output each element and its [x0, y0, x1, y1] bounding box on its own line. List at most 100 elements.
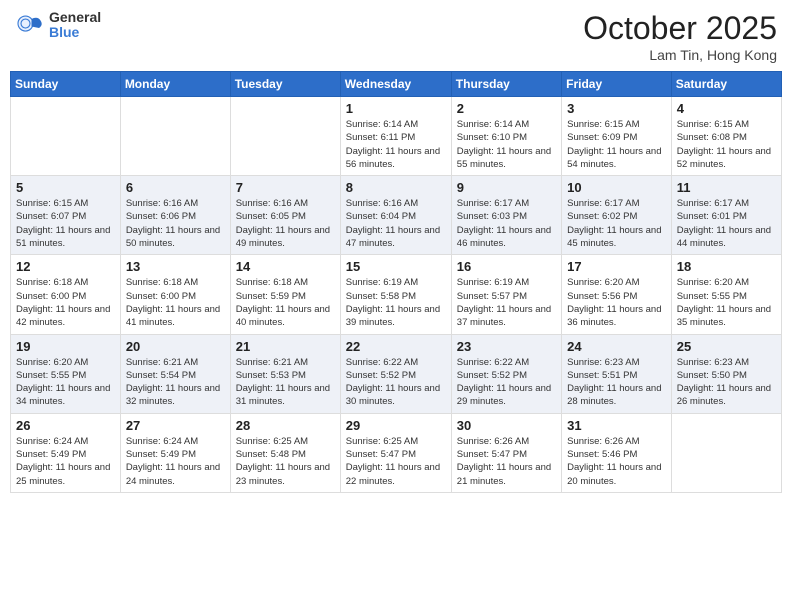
day-number: 20 — [126, 339, 225, 354]
day-info: Sunrise: 6:18 AM Sunset: 6:00 PM Dayligh… — [16, 276, 115, 329]
calendar-week-5: 26 Sunrise: 6:24 AM Sunset: 5:49 PM Dayli… — [11, 413, 782, 492]
calendar-cell — [671, 413, 781, 492]
day-number: 2 — [457, 101, 556, 116]
calendar-cell: 17 Sunrise: 6:20 AM Sunset: 5:56 PM Dayli… — [562, 255, 672, 334]
day-number: 3 — [567, 101, 666, 116]
day-info: Sunrise: 6:21 AM Sunset: 5:53 PM Dayligh… — [236, 356, 335, 409]
calendar-cell: 1Sunrise: 6:14 AM Sunset: 6:11 PM Daylig… — [340, 97, 451, 176]
day-info: Sunrise: 6:19 AM Sunset: 5:58 PM Dayligh… — [346, 276, 446, 329]
calendar-cell: 3 Sunrise: 6:15 AM Sunset: 6:09 PM Daylig… — [562, 97, 672, 176]
day-number: 9 — [457, 180, 556, 195]
calendar-cell: 8 Sunrise: 6:16 AM Sunset: 6:04 PM Daylig… — [340, 176, 451, 255]
day-info: Sunrise: 6:15 AM Sunset: 6:07 PM Dayligh… — [16, 197, 115, 250]
day-info: Sunrise: 6:16 AM Sunset: 6:06 PM Dayligh… — [126, 197, 225, 250]
calendar-cell: 9 Sunrise: 6:17 AM Sunset: 6:03 PM Daylig… — [451, 176, 561, 255]
day-number: 5 — [16, 180, 115, 195]
day-info: Sunrise: 6:24 AM Sunset: 5:49 PM Dayligh… — [16, 435, 115, 488]
calendar-cell: 23 Sunrise: 6:22 AM Sunset: 5:52 PM Dayli… — [451, 334, 561, 413]
calendar-cell: 24Sunrise: 6:23 AM Sunset: 5:51 PM Dayli… — [562, 334, 672, 413]
page-header: General Blue October 2025 Lam Tin, Hong … — [10, 10, 782, 63]
day-number: 27 — [126, 418, 225, 433]
day-info: Sunrise: 6:16 AM Sunset: 6:04 PM Dayligh… — [346, 197, 446, 250]
day-info: Sunrise: 6:26 AM Sunset: 5:46 PM Dayligh… — [567, 435, 666, 488]
calendar-cell: 29Sunrise: 6:25 AM Sunset: 5:47 PM Dayli… — [340, 413, 451, 492]
day-number: 29 — [346, 418, 446, 433]
day-number: 1 — [346, 101, 446, 116]
calendar-cell: 25Sunrise: 6:23 AM Sunset: 5:50 PM Dayli… — [671, 334, 781, 413]
calendar-cell: 30Sunrise: 6:26 AM Sunset: 5:47 PM Dayli… — [451, 413, 561, 492]
day-info: Sunrise: 6:20 AM Sunset: 5:55 PM Dayligh… — [677, 276, 776, 329]
day-number: 7 — [236, 180, 335, 195]
day-info: Sunrise: 6:16 AM Sunset: 6:05 PM Dayligh… — [236, 197, 335, 250]
day-number: 4 — [677, 101, 776, 116]
day-number: 22 — [346, 339, 446, 354]
day-info: Sunrise: 6:23 AM Sunset: 5:50 PM Dayligh… — [677, 356, 776, 409]
calendar-cell: 31 Sunrise: 6:26 AM Sunset: 5:46 PM Dayli… — [562, 413, 672, 492]
day-number: 23 — [457, 339, 556, 354]
header-sunday: Sunday — [11, 72, 121, 97]
day-info: Sunrise: 6:18 AM Sunset: 6:00 PM Dayligh… — [126, 276, 225, 329]
calendar-cell — [11, 97, 121, 176]
calendar-cell: 15 Sunrise: 6:19 AM Sunset: 5:58 PM Dayli… — [340, 255, 451, 334]
calendar-cell: 2 Sunrise: 6:14 AM Sunset: 6:10 PM Daylig… — [451, 97, 561, 176]
calendar-cell: 10 Sunrise: 6:17 AM Sunset: 6:02 PM Dayli… — [562, 176, 672, 255]
calendar-cell: 26 Sunrise: 6:24 AM Sunset: 5:49 PM Dayli… — [11, 413, 121, 492]
day-info: Sunrise: 6:20 AM Sunset: 5:56 PM Dayligh… — [567, 276, 666, 329]
day-number: 24 — [567, 339, 666, 354]
day-info: Sunrise: 6:20 AM Sunset: 5:55 PM Dayligh… — [16, 356, 115, 409]
month-title: October 2025 — [583, 10, 777, 47]
calendar-cell: 4 Sunrise: 6:15 AM Sunset: 6:08 PM Daylig… — [671, 97, 781, 176]
day-number: 8 — [346, 180, 446, 195]
day-info: Sunrise: 6:26 AM Sunset: 5:47 PM Dayligh… — [457, 435, 556, 488]
logo: General Blue — [15, 10, 101, 41]
day-number: 15 — [346, 259, 446, 274]
day-info: Sunrise: 6:25 AM Sunset: 5:48 PM Dayligh… — [236, 435, 335, 488]
calendar-cell: 19 Sunrise: 6:20 AM Sunset: 5:55 PM Dayli… — [11, 334, 121, 413]
calendar-cell — [230, 97, 340, 176]
header-wednesday: Wednesday — [340, 72, 451, 97]
header-tuesday: Tuesday — [230, 72, 340, 97]
calendar-cell: 7 Sunrise: 6:16 AM Sunset: 6:05 PM Daylig… — [230, 176, 340, 255]
calendar-cell: 28Sunrise: 6:25 AM Sunset: 5:48 PM Dayli… — [230, 413, 340, 492]
calendar-week-4: 19 Sunrise: 6:20 AM Sunset: 5:55 PM Dayli… — [11, 334, 782, 413]
day-number: 6 — [126, 180, 225, 195]
day-info: Sunrise: 6:24 AM Sunset: 5:49 PM Dayligh… — [126, 435, 225, 488]
day-info: Sunrise: 6:15 AM Sunset: 6:08 PM Dayligh… — [677, 118, 776, 171]
calendar-header-row: SundayMondayTuesdayWednesdayThursdayFrid… — [11, 72, 782, 97]
day-number: 26 — [16, 418, 115, 433]
day-info: Sunrise: 6:17 AM Sunset: 6:03 PM Dayligh… — [457, 197, 556, 250]
day-info: Sunrise: 6:17 AM Sunset: 6:02 PM Dayligh… — [567, 197, 666, 250]
calendar-cell: 5 Sunrise: 6:15 AM Sunset: 6:07 PM Daylig… — [11, 176, 121, 255]
day-info: Sunrise: 6:22 AM Sunset: 5:52 PM Dayligh… — [346, 356, 446, 409]
calendar-cell: 6 Sunrise: 6:16 AM Sunset: 6:06 PM Daylig… — [120, 176, 230, 255]
header-saturday: Saturday — [671, 72, 781, 97]
calendar-cell: 18Sunrise: 6:20 AM Sunset: 5:55 PM Dayli… — [671, 255, 781, 334]
calendar-cell: 14 Sunrise: 6:18 AM Sunset: 5:59 PM Dayli… — [230, 255, 340, 334]
day-info: Sunrise: 6:15 AM Sunset: 6:09 PM Dayligh… — [567, 118, 666, 171]
calendar-week-2: 5 Sunrise: 6:15 AM Sunset: 6:07 PM Daylig… — [11, 176, 782, 255]
day-number: 31 — [567, 418, 666, 433]
day-info: Sunrise: 6:22 AM Sunset: 5:52 PM Dayligh… — [457, 356, 556, 409]
calendar-cell — [120, 97, 230, 176]
day-info: Sunrise: 6:21 AM Sunset: 5:54 PM Dayligh… — [126, 356, 225, 409]
day-number: 17 — [567, 259, 666, 274]
header-thursday: Thursday — [451, 72, 561, 97]
day-number: 19 — [16, 339, 115, 354]
logo-text: General Blue — [49, 10, 101, 41]
day-number: 14 — [236, 259, 335, 274]
day-number: 13 — [126, 259, 225, 274]
calendar-cell: 13 Sunrise: 6:18 AM Sunset: 6:00 PM Dayli… — [120, 255, 230, 334]
calendar-week-3: 12Sunrise: 6:18 AM Sunset: 6:00 PM Dayli… — [11, 255, 782, 334]
calendar-cell: 20 Sunrise: 6:21 AM Sunset: 5:54 PM Dayli… — [120, 334, 230, 413]
calendar-table: SundayMondayTuesdayWednesdayThursdayFrid… — [10, 71, 782, 493]
header-monday: Monday — [120, 72, 230, 97]
day-info: Sunrise: 6:18 AM Sunset: 5:59 PM Dayligh… — [236, 276, 335, 329]
calendar-cell: 12Sunrise: 6:18 AM Sunset: 6:00 PM Dayli… — [11, 255, 121, 334]
day-info: Sunrise: 6:14 AM Sunset: 6:10 PM Dayligh… — [457, 118, 556, 171]
title-block: October 2025 Lam Tin, Hong Kong — [583, 10, 777, 63]
calendar-cell: 21Sunrise: 6:21 AM Sunset: 5:53 PM Dayli… — [230, 334, 340, 413]
logo-general: General — [49, 10, 101, 25]
calendar-cell: 16Sunrise: 6:19 AM Sunset: 5:57 PM Dayli… — [451, 255, 561, 334]
day-number: 10 — [567, 180, 666, 195]
logo-blue: Blue — [49, 25, 101, 40]
